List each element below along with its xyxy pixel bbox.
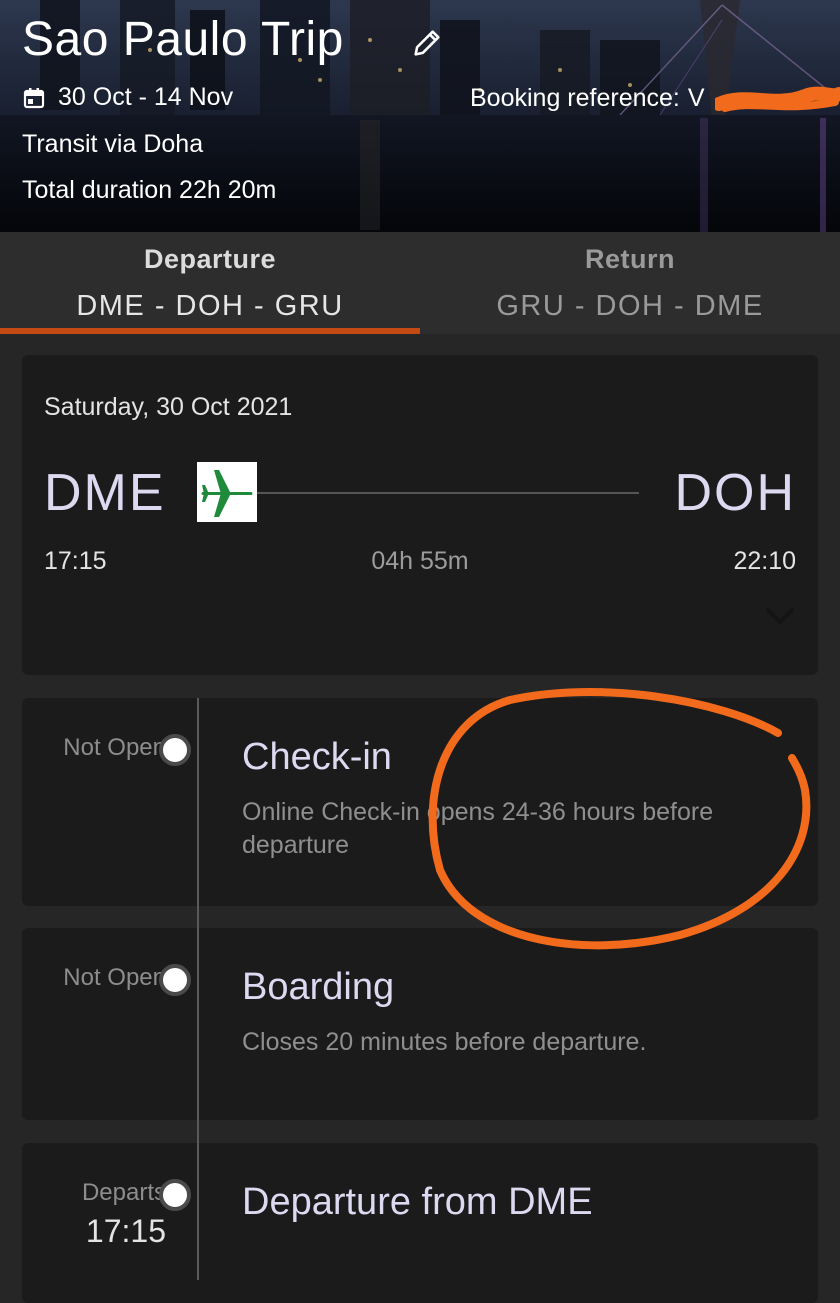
trip-header: Sao Paulo Trip 30 Oct - 14 Nov Booking r… — [0, 0, 840, 232]
transit-info: Transit via Doha — [22, 130, 204, 158]
checkin-status-dot — [159, 734, 191, 766]
boarding-title: Boarding — [242, 966, 395, 1008]
airplane-icon — [201, 470, 253, 517]
boarding-description: Closes 20 minutes before departure. — [242, 1028, 647, 1056]
tab-departure[interactable]: Departure DME - DOH - GRU — [0, 232, 420, 334]
booking-reference-value: V — [687, 84, 705, 112]
booking-reference-label: Booking reference: — [470, 84, 680, 112]
boarding-status-dot — [159, 964, 191, 996]
tab-departure-route: DME - DOH - GRU — [76, 290, 344, 322]
boarding-status: Not Open — [63, 964, 166, 991]
tab-return[interactable]: Return GRU - DOH - DME — [420, 232, 840, 334]
tab-return-label: Return — [585, 244, 675, 274]
flight-segment-card[interactable]: Saturday, 30 Oct 2021 DME DOH 17:15 04h … — [22, 355, 818, 675]
departure-title: Departure from DME — [242, 1181, 593, 1223]
trip-dates-text: 30 Oct - 14 Nov — [58, 83, 234, 111]
departure-step-card: Departs 17:15 Departure from DME — [22, 1143, 818, 1303]
departure-status: Departs — [81, 1179, 166, 1206]
destination-airport-code: DOH — [674, 464, 796, 522]
boarding-step-card: Not Open Boarding Closes 20 minutes befo… — [22, 928, 818, 1120]
arrival-time: 22:10 — [733, 547, 796, 575]
direction-tabs: Departure DME - DOH - GRU Return GRU - D… — [0, 232, 840, 334]
checkin-description: Online Check-in opens 24-36 hours before… — [242, 798, 714, 859]
checkin-step-card: Not Open Check-in Online Check-in opens … — [22, 698, 818, 906]
flight-date: Saturday, 30 Oct 2021 — [44, 393, 293, 421]
checkin-status: Not Open — [63, 734, 166, 761]
trip-title: Sao Paulo Trip — [22, 13, 344, 66]
airplane-icon-box — [197, 462, 257, 522]
pencil-icon[interactable] — [410, 26, 444, 60]
tab-departure-label: Departure — [143, 244, 277, 274]
route-line — [257, 492, 639, 494]
chevron-down-icon[interactable] — [764, 605, 796, 627]
trip-dates: 30 Oct - 14 Nov — [22, 83, 233, 112]
timeline-line — [197, 698, 199, 1280]
origin-airport-code: DME — [44, 464, 166, 522]
total-duration: Total duration 22h 20m — [22, 176, 277, 204]
redaction-scribble — [715, 86, 840, 112]
departure-status-time: 17:15 — [85, 1213, 166, 1249]
departure-status-dot — [159, 1179, 191, 1211]
booking-reference: Booking reference: V — [470, 84, 705, 113]
flight-duration: 04h 55m — [371, 547, 469, 575]
tab-return-route: GRU - DOH - DME — [496, 290, 764, 322]
checkin-title: Check-in — [242, 736, 392, 778]
calendar-icon — [23, 87, 45, 108]
active-tab-indicator — [0, 328, 420, 334]
